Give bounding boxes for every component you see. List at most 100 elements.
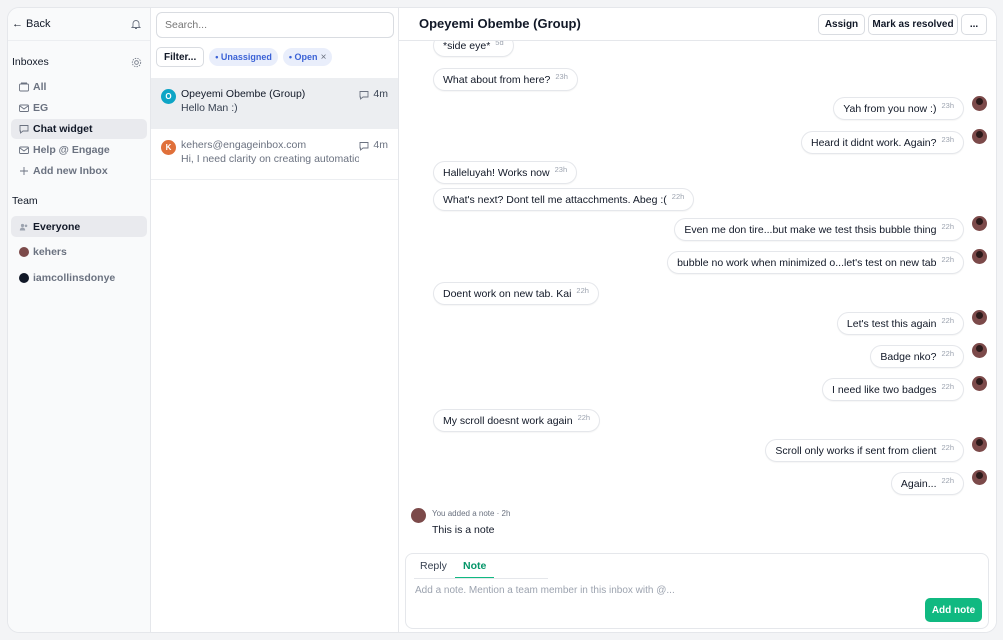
- note-input[interactable]: [415, 582, 895, 598]
- message-text: bubble no work when minimized o...let's …: [677, 256, 937, 269]
- message-time: 22h: [671, 192, 685, 201]
- gear-icon[interactable]: [131, 57, 142, 68]
- sidebar-item-label: kehers: [33, 245, 67, 258]
- avatar: [411, 508, 426, 523]
- message-text: Yah from you now :): [843, 102, 937, 115]
- message-bubble-outgoing: Scroll only works if sent from client 22h: [765, 439, 964, 462]
- chip-label: • Open: [288, 52, 318, 62]
- message-text: Again...: [900, 477, 937, 490]
- sidebar-item-label: EG: [33, 102, 49, 114]
- message-text: Halleluyah! Works now: [443, 166, 550, 179]
- team-section-header: Team: [8, 194, 150, 208]
- message-time: 22h: [941, 222, 954, 231]
- filter-chip-unassigned[interactable]: • Unassigned: [209, 48, 278, 66]
- tab-reply[interactable]: Reply: [420, 560, 447, 577]
- sidebar-item-all[interactable]: All: [11, 77, 147, 97]
- sidebar-item-everyone[interactable]: Everyone: [11, 216, 147, 237]
- conversation-preview: Hello Man :): [181, 102, 238, 114]
- message-time: 23h: [554, 165, 568, 174]
- conversation-header: Opeyemi Obembe (Group) Assign Mark as re…: [399, 8, 996, 41]
- tab-note[interactable]: Note: [455, 560, 495, 579]
- sidebar-item-label: Everyone: [33, 220, 81, 233]
- message-bubble-outgoing: Yah from you now :) 23h: [833, 97, 964, 120]
- chip-label: • Unassigned: [215, 52, 272, 62]
- conversation-preview: Hi, I need clarity on creating automatio…: [181, 153, 360, 165]
- message-bubble-outgoing: Even me don tire...but make we test thsi…: [674, 218, 964, 241]
- close-icon[interactable]: ×: [321, 52, 327, 63]
- conversation-body: kehers@engageinbox.com Hi, I need clarit…: [181, 139, 359, 179]
- message-bubble-incoming: What's next? Dont tell me attacchments. …: [433, 188, 695, 211]
- sidebar-item-chat-widget[interactable]: Chat widget: [11, 119, 147, 139]
- conversation-panel: Opeyemi Obembe (Group) Assign Mark as re…: [399, 8, 996, 632]
- conversation-meta: 4m: [359, 88, 388, 128]
- note-text: This is a note: [432, 524, 495, 536]
- bell-icon[interactable]: [130, 18, 142, 30]
- filter-bar: Filter... • Unassigned • Open ×: [156, 47, 333, 67]
- avatar: [972, 470, 987, 485]
- sidebar-item-kehers[interactable]: kehers: [11, 240, 147, 263]
- composer: Reply Note Add note: [405, 553, 989, 629]
- app-window: ← Back Inboxes All EG Chat widget Help @: [7, 7, 997, 633]
- users-icon: [19, 223, 28, 230]
- conversation-item[interactable]: O Opeyemi Obembe (Group) Hello Man :) 4m: [151, 78, 398, 129]
- message-bubble-outgoing: Again... 22h: [890, 472, 964, 495]
- add-new-inbox-button[interactable]: Add new Inbox: [11, 161, 147, 181]
- search-input[interactable]: [156, 12, 394, 38]
- sidebar-item-iamcollinsdonye[interactable]: iamcollinsdonye: [11, 266, 147, 289]
- conversation-time: 4m: [373, 88, 388, 100]
- avatar: [972, 129, 987, 144]
- assign-button[interactable]: Assign: [818, 14, 865, 35]
- sidebar: ← Back Inboxes All EG Chat widget Help @: [8, 8, 151, 632]
- message-text: What about from here?: [443, 73, 551, 86]
- message-time: 22h: [576, 286, 589, 295]
- tab-divider: [414, 578, 548, 579]
- message-time: 5d: [495, 41, 504, 47]
- message-bubble-outgoing: Let's test this again 22h: [836, 312, 964, 335]
- message-time: 22h: [577, 413, 591, 422]
- message-text: My scroll doesnt work again: [443, 414, 573, 427]
- message-bubble-incoming: My scroll doesnt work again 22h: [433, 409, 601, 432]
- sidebar-item-label: All: [33, 81, 47, 93]
- avatar: [19, 272, 29, 283]
- inboxes-section-header: Inboxes: [8, 55, 150, 69]
- avatar: K: [161, 140, 176, 155]
- sidebar-item-label: Add new Inbox: [33, 165, 108, 177]
- inbox-stack-icon: [19, 82, 29, 92]
- conversation-meta: 4m: [359, 139, 388, 179]
- message-bubble-incoming: What about from here? 23h: [433, 68, 578, 91]
- message-text: Even me don tire...but make we test thsi…: [684, 223, 937, 236]
- sidebar-item-help-engage[interactable]: Help @ Engage: [11, 140, 147, 160]
- back-button[interactable]: ← Back: [12, 18, 51, 30]
- conversation-item[interactable]: K kehers@engageinbox.com Hi, I need clar…: [151, 129, 398, 180]
- chat-icon: [359, 91, 369, 100]
- avatar: [972, 96, 987, 111]
- avatar: [972, 216, 987, 231]
- add-note-button[interactable]: Add note: [925, 598, 982, 622]
- message-time: 23h: [941, 101, 954, 110]
- team-list: Everyone kehers iamcollinsdonye: [8, 216, 150, 289]
- note-meta: You added a note · 2h: [432, 509, 511, 518]
- avatar: O: [161, 89, 176, 104]
- chat-icon: [359, 142, 369, 151]
- message-bubble-outgoing: Heard it didnt work. Again? 23h: [800, 131, 964, 154]
- sidebar-item-label: iamcollinsdonye: [33, 271, 116, 284]
- filter-chip-open[interactable]: • Open ×: [282, 48, 333, 66]
- sidebar-item-eg[interactable]: EG: [11, 98, 147, 118]
- message-text: I need like two badges: [831, 383, 937, 396]
- message-text: Badge nko?: [880, 350, 937, 363]
- inboxes-heading: Inboxes: [12, 56, 49, 68]
- sidebar-item-label: Help @ Engage: [33, 144, 110, 156]
- filter-button[interactable]: Filter...: [156, 47, 205, 67]
- message-bubble-outgoing: Badge nko? 22h: [870, 345, 964, 368]
- chat-icon: [19, 125, 29, 134]
- message-time: 22h: [941, 255, 954, 264]
- mark-resolved-button[interactable]: Mark as resolved: [868, 14, 958, 35]
- conversation-name: Opeyemi Obembe (Group): [181, 88, 306, 100]
- message-text: Doent work on new tab. Kai: [443, 287, 572, 300]
- message-time: 22h: [941, 476, 954, 485]
- more-options-button[interactable]: ...: [961, 14, 987, 35]
- message-time: 22h: [941, 443, 954, 452]
- message-bubble-outgoing: bubble no work when minimized o...let's …: [667, 251, 964, 274]
- page-title: Opeyemi Obembe (Group): [419, 16, 581, 31]
- avatar: [972, 376, 987, 391]
